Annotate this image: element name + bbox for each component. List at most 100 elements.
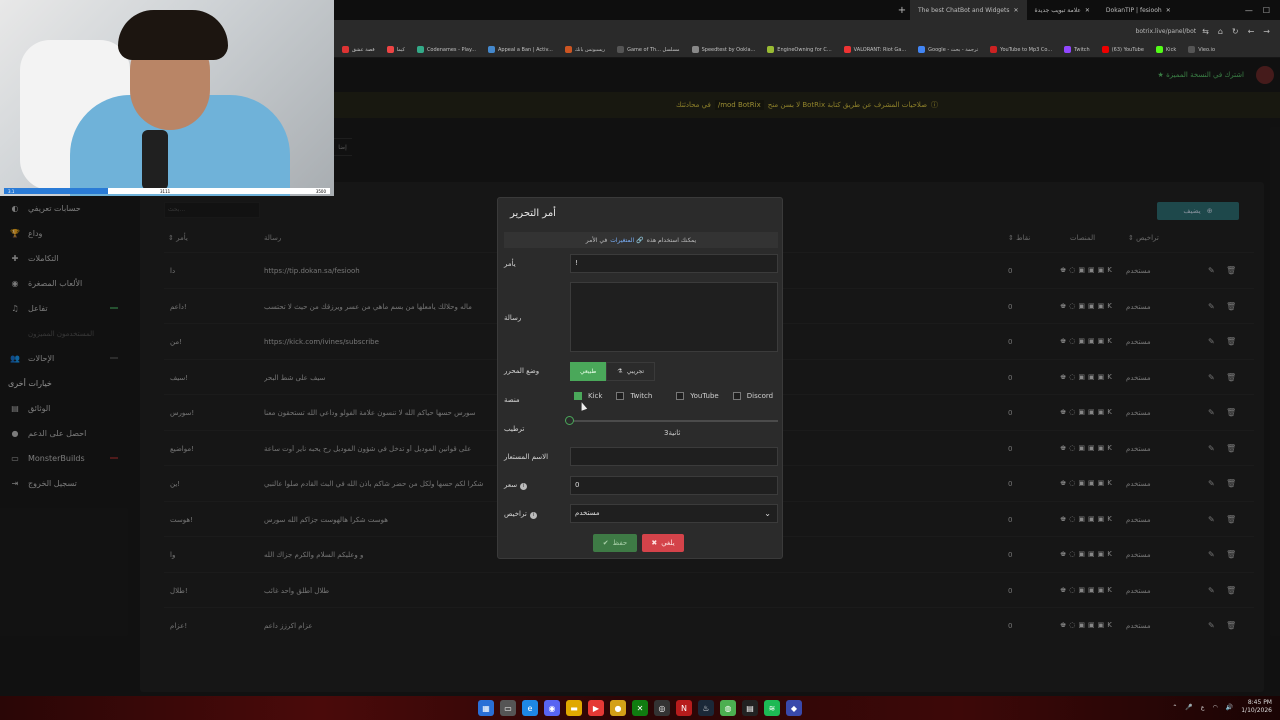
- bookmark-favicon-icon: [488, 46, 495, 53]
- bookmark-favicon-icon: [1188, 46, 1196, 53]
- webcam-progress-fill: [4, 188, 109, 194]
- bookmark-item[interactable]: EngineOwning for C...: [767, 46, 832, 53]
- taskbar: ▦ ▭ e ◉ ▬ ▶ ● ✕ ◎ N ♨ ◍ ▤ ≋ ◆ ⌃ 🎤 ع ◠ 🔊 …: [0, 696, 1280, 720]
- forward-icon[interactable]: →: [1263, 27, 1270, 36]
- bookmark-label: VALORANT: Riot Ga...: [853, 46, 907, 53]
- translate-icon[interactable]: ⇆: [1202, 27, 1209, 36]
- variables-link[interactable]: المتغيرات 🔗: [610, 237, 644, 244]
- app2-icon[interactable]: ◆: [786, 700, 802, 716]
- bookmark-item[interactable]: Google - ترجمة - بحث: [918, 46, 978, 53]
- bookmark-favicon-icon: [1064, 46, 1072, 53]
- input-language[interactable]: ع: [1201, 704, 1205, 711]
- bookmark-label: (63) YouTube: [1111, 46, 1144, 53]
- bookmark-favicon-icon: [918, 46, 926, 53]
- chevron-down-icon: ⌄: [764, 509, 771, 518]
- spotify-icon[interactable]: ≋: [764, 700, 780, 716]
- youtube-icon[interactable]: ▶: [588, 700, 604, 716]
- obs-icon[interactable]: ◎: [654, 700, 670, 716]
- platform-checkboxes: Kick Twitch YouTube Discord: [574, 392, 773, 400]
- cooldown-value: 3ثانية: [664, 429, 681, 437]
- windows-start-icon[interactable]: ▦: [478, 700, 494, 716]
- platform-checkbox-label: YouTube: [690, 392, 719, 400]
- bookmark-item[interactable]: كيما: [386, 46, 405, 53]
- alias-input[interactable]: [570, 447, 778, 466]
- info-icon[interactable]: i: [529, 512, 537, 519]
- bookmark-label: Game of Th... مسلسل: [627, 46, 680, 53]
- browser-tab[interactable]: علامة تبويب جديدة ✕: [1027, 0, 1098, 20]
- bookmark-item[interactable]: ريسبونس بانك: [564, 46, 606, 53]
- minimize-icon[interactable]: —: [1245, 6, 1253, 15]
- bookmark-item[interactable]: Game of Th... مسلسل: [617, 46, 680, 53]
- chevron-up-icon[interactable]: ⌃: [1172, 704, 1177, 711]
- close-icon[interactable]: ✕: [1013, 7, 1018, 14]
- wifi-icon[interactable]: ◠: [1213, 704, 1218, 711]
- system-tray: ⌃ 🎤 ع ◠ 🔊 8:45 PM 1/10/2026: [1172, 699, 1272, 715]
- bookmark-favicon-icon: [691, 46, 699, 53]
- bookmark-label: Codenames - Play...: [426, 46, 476, 53]
- mode-experimental-button[interactable]: ⚗ تجريبي: [606, 362, 656, 381]
- bookmark-label: Google - ترجمة - بحث: [928, 46, 979, 53]
- browser-tab-active[interactable]: The best ChatBot and Widgets ✕: [910, 0, 1027, 20]
- clock[interactable]: 8:45 PM 1/10/2026: [1241, 699, 1272, 715]
- message-label: رسالة: [504, 314, 522, 322]
- clock-date: 1/10/2026: [1241, 707, 1272, 714]
- window-controls: — ☐: [1245, 6, 1280, 15]
- netflix-icon[interactable]: N: [676, 700, 692, 716]
- home-icon[interactable]: ⌂: [1218, 27, 1223, 36]
- bookmark-item[interactable]: Speedtest by Ookla...: [691, 46, 755, 53]
- close-icon[interactable]: ✕: [1085, 7, 1090, 14]
- command-input[interactable]: !: [570, 254, 778, 273]
- message-textarea[interactable]: [570, 282, 778, 352]
- cooldown-slider[interactable]: [570, 420, 778, 422]
- browser-tab[interactable]: DokanTIP | fesiooh ✕: [1098, 0, 1179, 20]
- steam-icon[interactable]: ♨: [698, 700, 714, 716]
- reload-icon[interactable]: ↻: [1232, 27, 1239, 36]
- bookmark-item[interactable]: Twitch: [1064, 46, 1090, 53]
- checkbox-icon: [616, 392, 625, 400]
- bookmark-favicon-icon: [416, 46, 424, 53]
- bookmark-item[interactable]: Codenames - Play...: [416, 46, 476, 53]
- bookmark-label: كيما: [396, 46, 405, 53]
- bookmark-item[interactable]: Kick: [1155, 46, 1176, 53]
- close-icon[interactable]: ✕: [1166, 7, 1171, 14]
- editor-mode-toggle: طبيعي ⚗ تجريبي: [570, 362, 656, 381]
- permission-select[interactable]: مستخدم ⌄: [570, 504, 778, 523]
- bookmark-item[interactable]: YouTube to Mp3 Co...: [990, 46, 1052, 53]
- url-field[interactable]: botrix.live/panel/bot: [1136, 28, 1197, 35]
- cancel-button[interactable]: ✖ يلغي: [642, 534, 684, 552]
- volume-icon[interactable]: 🔊: [1226, 704, 1233, 711]
- progress-mid: 3111: [160, 188, 171, 194]
- cooldown-slider-thumb[interactable]: [565, 416, 574, 425]
- bookmark-item[interactable]: قصة عشق: [342, 46, 375, 53]
- chrome-icon[interactable]: ◍: [720, 700, 736, 716]
- platform-checkbox-kick[interactable]: Kick: [574, 392, 602, 400]
- platform-checkbox-youtube[interactable]: YouTube: [676, 392, 719, 400]
- bookmark-item[interactable]: VALORANT: Riot Ga...: [843, 46, 907, 53]
- explorer-icon[interactable]: ▬: [566, 700, 582, 716]
- maximize-icon[interactable]: ☐: [1263, 6, 1270, 15]
- app-icon[interactable]: ●: [610, 700, 626, 716]
- platform-checkbox-twitch[interactable]: Twitch: [616, 392, 652, 400]
- edge-icon[interactable]: e: [522, 700, 538, 716]
- back-icon[interactable]: ←: [1248, 27, 1255, 36]
- mode-normal-button[interactable]: طبيعي: [570, 362, 607, 381]
- save-button[interactable]: ✔ حفظ: [593, 534, 637, 552]
- price-input[interactable]: 0: [570, 476, 778, 495]
- bookmark-item[interactable]: Vieo.io: [1188, 46, 1215, 53]
- checkbox-icon: [574, 392, 582, 400]
- new-tab-button[interactable]: +: [894, 5, 910, 16]
- discord-icon[interactable]: ◉: [544, 700, 560, 716]
- game-icon[interactable]: ▤: [742, 700, 758, 716]
- xbox-icon[interactable]: ✕: [632, 700, 648, 716]
- bookmark-item[interactable]: Appeal a Ban | Activ...: [488, 46, 553, 53]
- info-icon[interactable]: i: [520, 483, 528, 490]
- editor-mode-label: وضع المحرر: [504, 367, 540, 375]
- task-view-icon[interactable]: ▭: [500, 700, 516, 716]
- bookmark-favicon-icon: [767, 46, 775, 53]
- address-bar: botrix.live/panel/bot ⇆ ⌂ ↻ ← →: [334, 20, 1280, 42]
- mic-icon[interactable]: 🎤: [1185, 704, 1192, 711]
- platform-checkbox-discord[interactable]: Discord: [732, 392, 773, 400]
- bookmark-item[interactable]: (63) YouTube: [1101, 46, 1144, 53]
- bookmark-label: ريسبونس بانك: [574, 46, 606, 53]
- mode-experimental-label: تجريبي: [626, 368, 645, 375]
